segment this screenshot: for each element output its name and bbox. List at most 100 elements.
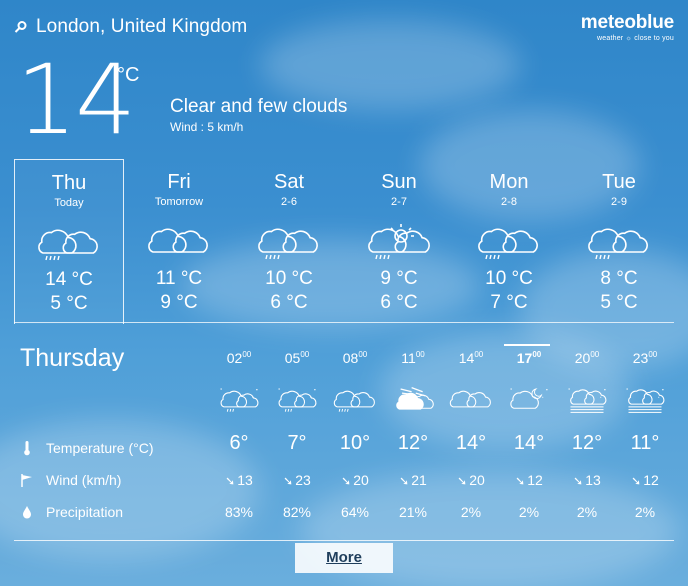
hour-temperature: 14°: [513, 432, 545, 454]
brand-logo[interactable]: meteoblue weather ☼ close to you: [581, 12, 674, 42]
day-name: Tue: [602, 171, 636, 193]
night-fog-icon: [623, 380, 667, 420]
cloud-rain-icon: [257, 222, 321, 262]
wind-direction-icon: ➘: [631, 474, 642, 488]
day-min-temperature: 6 °C: [270, 292, 308, 313]
day-max-temperature: 10 °C: [265, 268, 313, 289]
cloud-rain-icon: [587, 222, 651, 262]
hour-precipitation: 2%: [634, 504, 656, 520]
cloud-icon: [147, 222, 211, 262]
wind-flag-icon: [21, 474, 32, 487]
location-name: London, United Kingdom: [36, 16, 248, 37]
cloud-icon: [449, 380, 493, 420]
hour-minutes: 00: [242, 350, 252, 359]
current-temperature-unit: °C: [117, 64, 140, 86]
day-name: Sat: [273, 171, 305, 193]
sun-cloud-rain-icon: [367, 222, 431, 262]
hour-temperature: 6°: [229, 432, 249, 454]
hour-minutes: 00: [358, 350, 368, 359]
day-column[interactable]: Fri Tomorrow 11 °C 9 °C: [124, 159, 234, 323]
day-max-temperature: 14 °C: [45, 269, 93, 290]
wind-row-label: Wind (km/h): [20, 472, 121, 488]
wind-speed: 12: [527, 472, 543, 488]
day-max-temperature: 10 °C: [485, 268, 533, 289]
hour-precipitation: 2%: [576, 504, 598, 520]
raindrop-icon: [23, 506, 31, 519]
hour-precipitation: 21%: [398, 504, 428, 520]
hour-label: 0500: [268, 350, 326, 366]
hour-precipitation: 82%: [282, 504, 312, 520]
hour-wind: ➘ 13: [210, 472, 268, 488]
hour-label: 2000: [558, 350, 616, 366]
hour-label: 2300: [616, 350, 674, 366]
wind-direction-icon: ➘: [457, 474, 468, 488]
search-icon[interactable]: [14, 20, 28, 34]
day-name: Fri: [167, 171, 191, 193]
temperature-label: Temperature (°C): [46, 440, 154, 456]
day-min-temperature: 9 °C: [160, 292, 198, 313]
divider: [14, 540, 674, 541]
brand-name: meteoblue: [580, 12, 674, 33]
wind-speed: 20: [469, 472, 485, 488]
night-fog-icon: [565, 380, 609, 420]
hour-value: 14: [458, 350, 475, 366]
hour-label: 0800: [326, 350, 384, 366]
cloud-rain-icon: [333, 380, 377, 420]
wind-speed: 13: [585, 472, 601, 488]
hour-wind: ➘ 12: [616, 472, 674, 488]
hour-minutes: 00: [532, 350, 542, 359]
hour-temperature: 7°: [287, 432, 307, 454]
day-date: 2-7: [391, 196, 407, 208]
day-column[interactable]: Thu Today 14 °C 5 °C: [14, 159, 124, 324]
hour-minutes: 00: [590, 350, 600, 359]
wind-direction-icon: ➘: [399, 474, 410, 488]
hour-minutes: 00: [648, 350, 658, 359]
current-wind: Wind : 5 km/h: [170, 120, 244, 134]
weather-widget: London, United Kingdom meteoblue weather…: [0, 0, 688, 586]
day-min-temperature: 5 °C: [600, 292, 638, 313]
hour-wind: ➘ 21: [384, 472, 442, 488]
wind-speed: 13: [237, 472, 253, 488]
current-hour-indicator: [504, 344, 550, 346]
hour-value: 11: [401, 350, 416, 366]
day-date: 2-6: [281, 196, 297, 208]
day-max-temperature: 8 °C: [600, 268, 638, 289]
day-min-temperature: 7 °C: [490, 292, 528, 313]
hour-precipitation: 2%: [518, 504, 540, 520]
day-date: Tomorrow: [154, 196, 204, 208]
day-column[interactable]: Tue 2-9 8 °C 5 °C: [564, 159, 674, 323]
day-column[interactable]: Sat 2-6 10 °C 6 °C: [234, 159, 344, 323]
hour-minutes: 00: [474, 350, 484, 359]
day-min-temperature: 5 °C: [50, 293, 88, 314]
hour-precipitation: 83%: [224, 504, 254, 520]
temperature-row-label: Temperature (°C): [20, 440, 154, 456]
more-button[interactable]: More: [295, 543, 393, 573]
hour-value: 08: [342, 350, 359, 366]
wind-direction-icon: ➘: [341, 474, 352, 488]
night-cloud-drizzle-icon: [275, 380, 319, 420]
day-date: Today: [54, 197, 84, 209]
hour-value: 20: [574, 350, 591, 366]
location-bar[interactable]: London, United Kingdom: [14, 16, 247, 38]
hour-wind: ➘ 20: [326, 472, 384, 488]
hour-precipitation: 64%: [340, 504, 370, 520]
hour-label: 1400: [442, 350, 500, 366]
day-name: Thu: [51, 172, 87, 194]
hour-temperature: 12°: [571, 432, 603, 454]
hour-value: 23: [632, 350, 649, 366]
wind-direction-icon: ➘: [283, 474, 294, 488]
hour-value: 02: [226, 350, 243, 366]
precipitation-row-label: Precipitation: [20, 504, 123, 520]
hour-temperature: 12°: [397, 432, 429, 454]
day-name: Sun: [381, 171, 417, 193]
day-column[interactable]: Mon 2-8 10 °C 7 °C: [454, 159, 564, 323]
hour-precipitation: 2%: [460, 504, 482, 520]
wind-label: Wind (km/h): [46, 472, 122, 488]
wind-direction-icon: ➘: [573, 474, 584, 488]
day-column[interactable]: Sun 2-7 9 °C 6 °C: [344, 159, 454, 323]
hour-wind: ➘ 23: [268, 472, 326, 488]
hour-label: 0200: [210, 350, 268, 366]
day-name: Mon: [489, 171, 529, 193]
day-max-temperature: 11 °C: [155, 268, 203, 289]
wind-direction-icon: ➘: [225, 474, 236, 488]
